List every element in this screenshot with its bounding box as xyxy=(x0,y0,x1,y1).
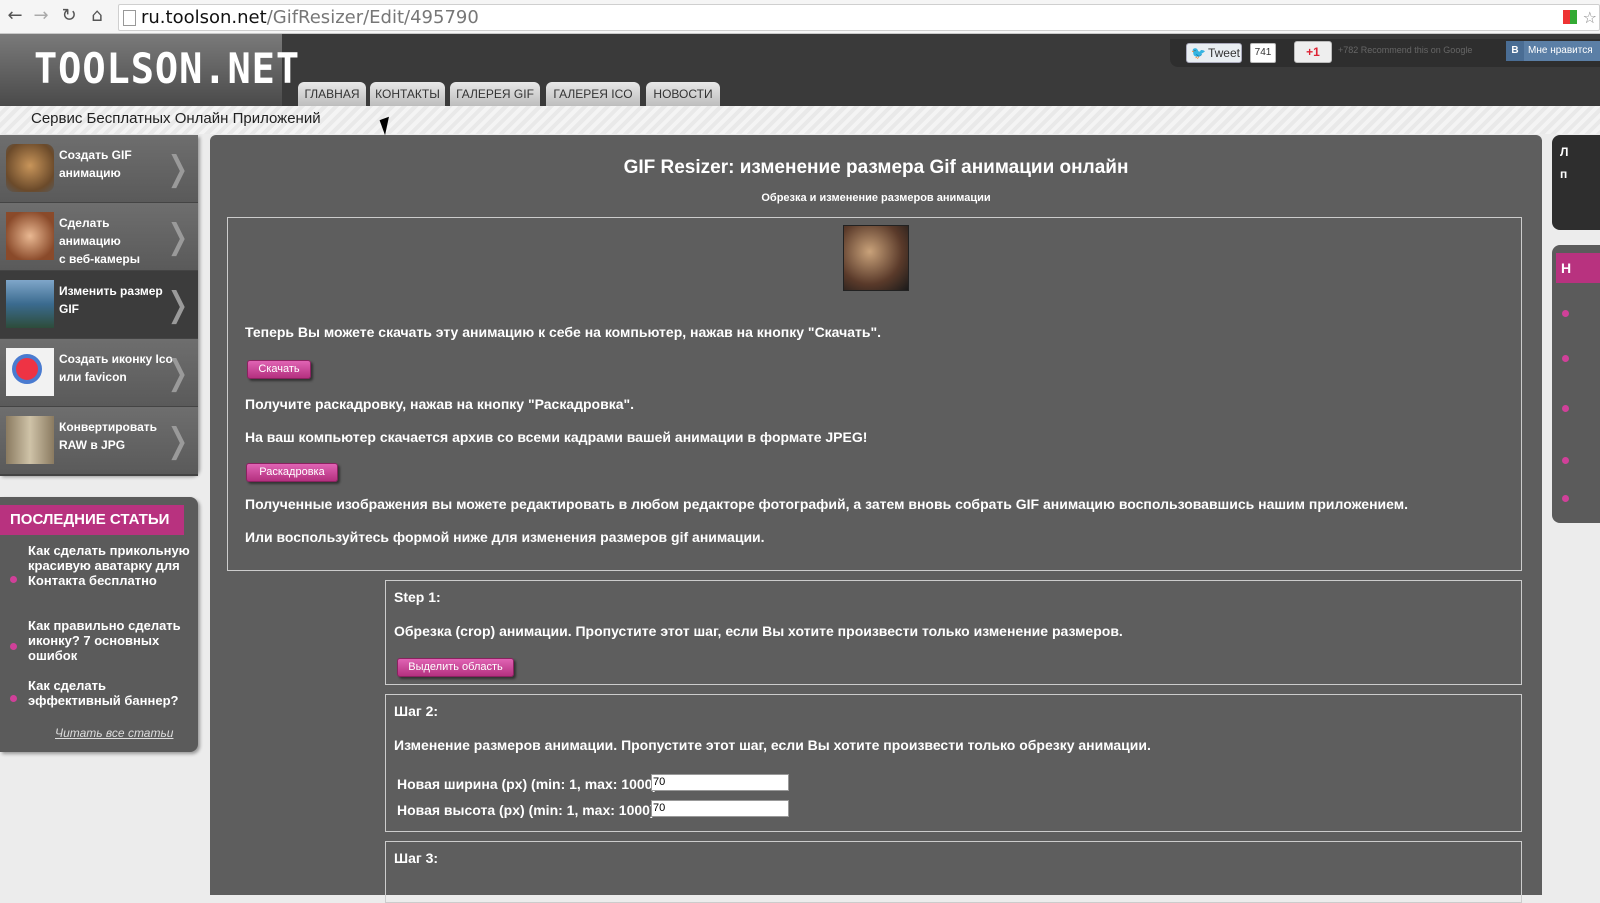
width-input[interactable] xyxy=(651,774,789,791)
article-link[interactable]: Как сделать прикольную красивую аватарку… xyxy=(28,543,193,588)
select-area-button[interactable]: Выделить область xyxy=(397,658,514,677)
step2-text: Изменение размеров анимации. Пропустите … xyxy=(394,737,1151,753)
dog-thumbnail-icon xyxy=(6,144,54,192)
tab-ico-gallery[interactable]: ГАЛЕРЕЯ ICO xyxy=(546,82,640,106)
tab-home[interactable]: ГЛАВНАЯ xyxy=(298,82,366,106)
tweet-button[interactable]: 🐦 Tweet xyxy=(1186,43,1242,63)
bullet-icon xyxy=(1562,355,1569,362)
result-box: Теперь Вы можете скачать эту анимацию к … xyxy=(227,217,1522,571)
storyboard-text-2: На ваш компьютер скачается архив со всем… xyxy=(245,429,868,445)
storyboard-text: Получите раскадровку, нажав на кнопку "Р… xyxy=(245,396,635,412)
article-link[interactable]: Как сделать эффективный баннер? xyxy=(28,678,193,708)
animation-preview xyxy=(843,225,909,291)
landscape-thumbnail-icon xyxy=(6,280,54,328)
bullet-icon xyxy=(1562,405,1569,412)
magnifier-thumbnail-icon xyxy=(6,348,54,396)
menu-item-create-ico[interactable]: Создать иконку Ico или favicon ❭ xyxy=(0,339,198,408)
page-subtitle: Обрезка и изменение размеров анимации xyxy=(761,192,991,204)
height-input[interactable] xyxy=(651,800,789,817)
cats-thumbnail-icon xyxy=(6,416,54,464)
browser-toolbar: ← → ↻ ⌂ ru.toolson.net/GifResizer/Edit/4… xyxy=(0,0,1600,34)
article-link[interactable]: Как правильно сделать иконку? 7 основных… xyxy=(28,618,193,663)
bullet-icon xyxy=(1562,310,1569,317)
step2-box: Шаг 2: Изменение размеров анимации. Проп… xyxy=(385,694,1522,832)
tools-menu: Создать GIF анимацию ❭ Сделать анимацию с … xyxy=(0,135,198,476)
width-label: Новая ширина (px) (min: 1, max: 1000) xyxy=(397,776,658,792)
step1-text: Обрезка (crop) анимации. Пропустите этот… xyxy=(394,623,1123,639)
storyboard-button[interactable]: Раскадровка xyxy=(246,463,338,482)
right-panel-top: Л п xyxy=(1552,135,1600,230)
edit-text: Полученные изображения вы можете редакти… xyxy=(245,496,1409,512)
vk-like-button[interactable]: В Мне нравится xyxy=(1506,41,1600,61)
chevron-right-icon: ❭ xyxy=(163,353,193,393)
address-bar[interactable]: ru.toolson.net/GifResizer/Edit/495790 ☆ xyxy=(118,4,1600,31)
gplus-button[interactable]: +1 xyxy=(1294,41,1332,63)
bookmark-star-icon[interactable]: ☆ xyxy=(1583,5,1597,30)
height-label: Новая высота (px) (min: 1, max: 1000) xyxy=(397,802,655,818)
tab-gif-gallery[interactable]: ГАЛЕРЕЯ GIF xyxy=(450,82,540,106)
url-host: ru.toolson.net xyxy=(141,7,267,28)
step1-box: Step 1: Обрезка (crop) анимации. Пропуст… xyxy=(385,580,1522,685)
tab-news[interactable]: НОВОСТИ xyxy=(646,82,720,106)
menu-item-webcam[interactable]: Сделать анимацию с веб-камеры ❭ xyxy=(0,203,198,272)
tagline-bar: Сервис Бесплатных Онлайн Приложений xyxy=(0,106,1600,134)
bullet-icon xyxy=(10,695,17,702)
right-panel-title: Н xyxy=(1556,253,1600,283)
main-content: GIF Resizer: изменение размера Gif анима… xyxy=(210,135,1542,903)
step3-box: Шаг 3: xyxy=(385,841,1522,903)
twitter-bird-icon: 🐦 xyxy=(1191,46,1206,60)
form-text: Или воспользуйтесь формой ниже для измен… xyxy=(245,529,765,545)
step2-title: Шаг 2: xyxy=(394,703,439,719)
bullet-icon xyxy=(10,643,17,650)
menu-item-create-gif[interactable]: Создать GIF анимацию ❭ xyxy=(0,135,198,204)
articles-title: ПОСЛЕДНИЕ СТАТЬИ xyxy=(0,505,184,535)
url-path: /GifResizer/Edit/495790 xyxy=(266,7,479,28)
vk-icon: В xyxy=(1506,41,1524,61)
bullet-icon xyxy=(10,576,17,583)
chevron-right-icon: ❭ xyxy=(163,285,193,325)
back-icon[interactable]: ← xyxy=(4,5,26,27)
download-text: Теперь Вы можете скачать эту анимацию к … xyxy=(245,324,882,340)
tab-contacts[interactable]: КОНТАКТЫ xyxy=(370,82,445,106)
site-logo[interactable]: TOOLSON.NET xyxy=(0,34,299,106)
gplus-text: +782 Recommend this on Google xyxy=(1338,45,1473,55)
bullet-icon xyxy=(1562,457,1569,464)
chevron-right-icon: ❭ xyxy=(163,149,193,189)
tweet-count: 741 xyxy=(1250,43,1276,63)
menu-item-resize-gif[interactable]: Изменить размер GIF ❭ xyxy=(0,271,198,340)
step3-title: Шаг 3: xyxy=(394,850,439,866)
menu-item-raw-to-jpg[interactable]: Конвертировать RAW в JPG ❭ xyxy=(0,407,198,476)
right-panel: Н xyxy=(1552,245,1600,523)
chevron-right-icon: ❭ xyxy=(163,421,193,461)
home-icon[interactable]: ⌂ xyxy=(86,5,108,27)
chevron-right-icon: ❭ xyxy=(163,217,193,257)
extension-icon[interactable] xyxy=(1563,10,1577,24)
bullet-icon xyxy=(1562,495,1569,502)
page-title: GIF Resizer: изменение размера Gif анима… xyxy=(623,157,1129,178)
social-bar: 🐦 Tweet 741 +1 +782 Recommend this on Goo… xyxy=(1170,39,1600,67)
forward-icon[interactable]: → xyxy=(30,5,52,27)
page-icon xyxy=(123,10,136,26)
tagline: Сервис Бесплатных Онлайн Приложений xyxy=(31,110,321,127)
download-button[interactable]: Скачать xyxy=(247,360,311,379)
read-all-articles-link[interactable]: Читать все статьи xyxy=(55,726,173,740)
reload-icon[interactable]: ↻ xyxy=(58,5,80,27)
latest-articles: ПОСЛЕДНИЕ СТАТЬИ Как сделать прикольную … xyxy=(0,497,198,752)
face-thumbnail-icon xyxy=(6,212,54,260)
step1-title: Step 1: xyxy=(394,589,441,605)
